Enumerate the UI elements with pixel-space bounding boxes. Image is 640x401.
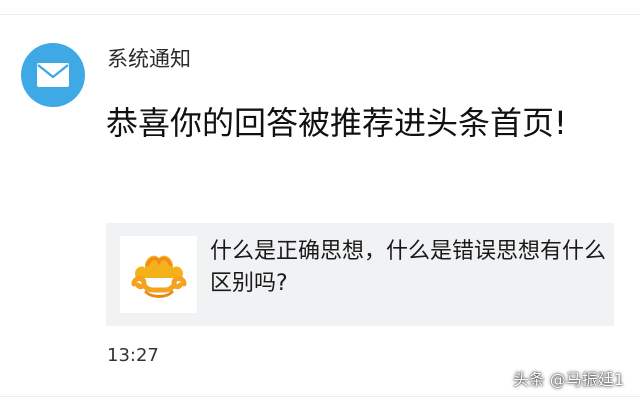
notification-page: 系统通知 恭喜你的回答被推荐进头条首页! 什么是正确思想，什么是错误思想有什么区… (0, 0, 640, 401)
notification-message: 恭喜你的回答被推荐进头条首页! (106, 104, 567, 142)
cloud-logo-icon (131, 255, 186, 298)
sender-name: 系统通知 (107, 47, 191, 71)
avatar[interactable] (21, 43, 85, 107)
answer-card[interactable]: 什么是正确思想，什么是错误思想有什么区别吗? (106, 223, 614, 326)
bottom-divider (0, 396, 640, 397)
watermark: 头条 @马振廷1 (512, 370, 624, 389)
card-title: 什么是正确思想，什么是错误思想有什么区别吗? (210, 239, 607, 296)
timestamp: 13:27 (107, 345, 159, 366)
card-thumbnail (120, 236, 197, 313)
top-divider (0, 14, 640, 15)
mail-icon (37, 63, 69, 87)
